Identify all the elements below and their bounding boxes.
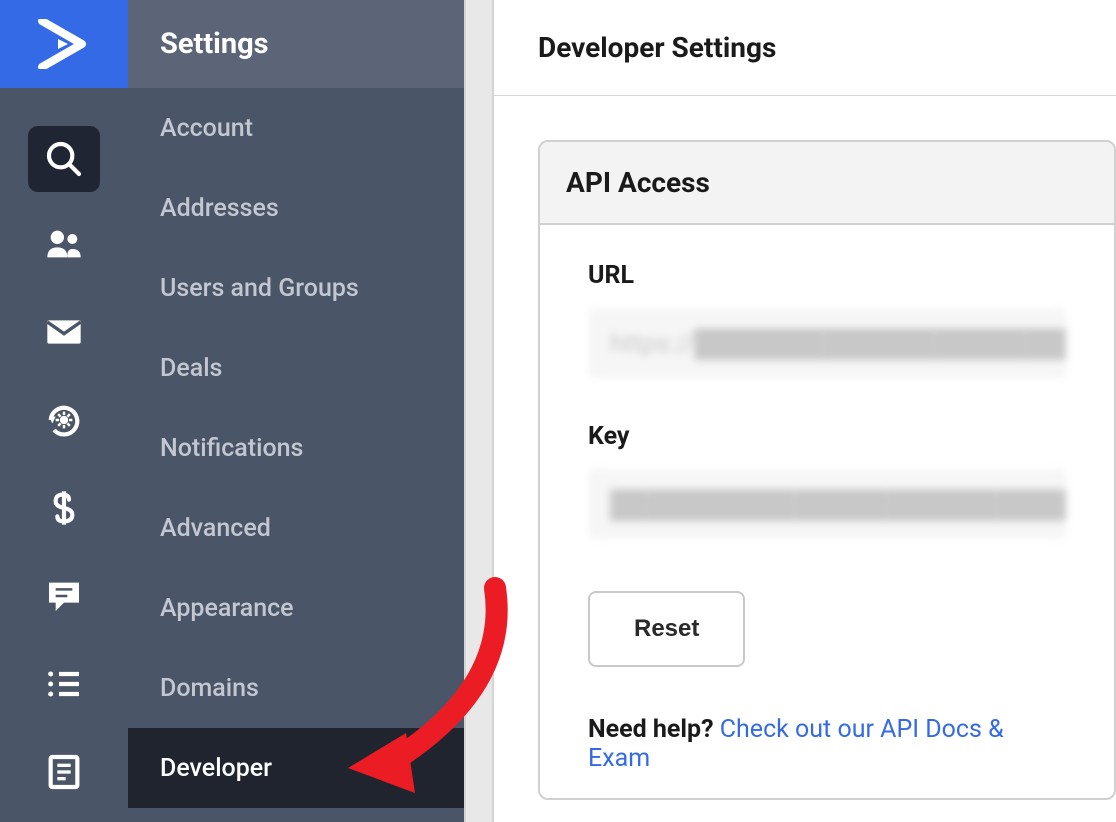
- search-button[interactable]: [28, 126, 100, 192]
- gear-cycle-icon: [44, 400, 84, 440]
- settings-nav: Settings Account Addresses Users and Gro…: [128, 0, 464, 822]
- icon-rail: [0, 0, 128, 822]
- rail-conversations[interactable]: [24, 552, 104, 640]
- settings-header: Settings: [128, 0, 464, 88]
- nav-developer[interactable]: Developer: [128, 728, 464, 808]
- reset-button[interactable]: Reset: [588, 591, 745, 667]
- main-content: Developer Settings API Access URL https:…: [494, 0, 1116, 822]
- rail-lists[interactable]: [24, 640, 104, 728]
- main-header: Developer Settings: [494, 0, 1116, 96]
- nav-advanced[interactable]: Advanced: [128, 488, 464, 568]
- rail-mail[interactable]: [24, 288, 104, 376]
- search-icon: [44, 139, 84, 179]
- nav-users-groups[interactable]: Users and Groups: [128, 248, 464, 328]
- key-field: Key ████████████████████████████████: [588, 422, 1066, 539]
- key-input[interactable]: ████████████████████████████████: [588, 469, 1066, 539]
- card-title: API Access: [566, 166, 710, 199]
- document-icon: [44, 752, 84, 792]
- url-input[interactable]: https://████████████████████████: [588, 308, 1066, 378]
- card-header: API Access: [540, 142, 1114, 225]
- key-label: Key: [588, 422, 1066, 451]
- rail-deals[interactable]: [24, 464, 104, 552]
- chevron-logo-icon: [34, 19, 94, 69]
- nav-appearance[interactable]: Appearance: [128, 568, 464, 648]
- nav-account[interactable]: Account: [128, 88, 464, 168]
- url-label: URL: [588, 261, 1066, 290]
- url-field: URL https://████████████████████████: [588, 261, 1066, 378]
- rail-automations[interactable]: [24, 376, 104, 464]
- nav-notifications[interactable]: Notifications: [128, 408, 464, 488]
- people-icon: [44, 224, 84, 264]
- help-text: Need help? Check out our API Docs & Exam: [588, 715, 1066, 773]
- api-access-card: API Access URL https://█████████████████…: [538, 140, 1116, 800]
- mail-icon: [44, 312, 84, 352]
- page-title: Developer Settings: [538, 31, 776, 64]
- rail-contacts[interactable]: [24, 200, 104, 288]
- dollar-icon: [44, 488, 84, 528]
- nav-deals[interactable]: Deals: [128, 328, 464, 408]
- nav-addresses[interactable]: Addresses: [128, 168, 464, 248]
- chat-icon: [44, 576, 84, 616]
- logo[interactable]: [0, 0, 128, 88]
- settings-title: Settings: [160, 27, 269, 61]
- divider-gap: [464, 0, 494, 822]
- rail-reports[interactable]: [24, 728, 104, 816]
- list-icon: [44, 664, 84, 704]
- nav-domains[interactable]: Domains: [128, 648, 464, 728]
